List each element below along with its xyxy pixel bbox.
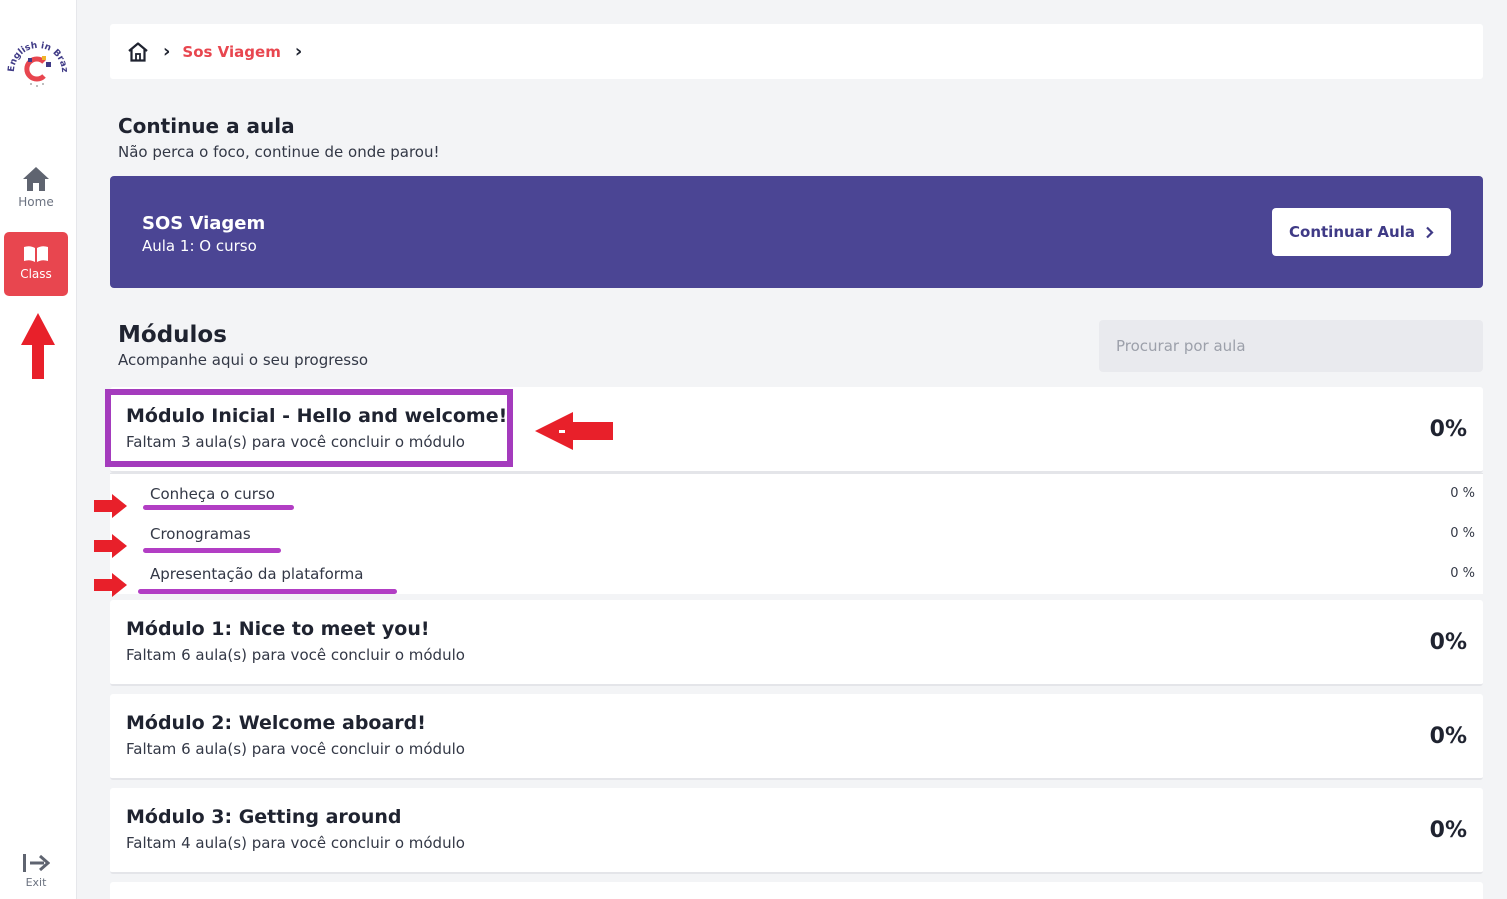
module-subtitle: Faltam 6 aula(s) para você concluir o mó…	[126, 740, 465, 758]
module-progress: 0%	[1429, 818, 1467, 843]
lesson-name: Cronogramas	[150, 525, 251, 543]
exit-icon	[23, 854, 50, 872]
home-icon[interactable]	[127, 41, 149, 62]
annotation-underline	[138, 589, 397, 594]
nav-class[interactable]: Class	[4, 232, 68, 296]
module-card-3[interactable]: Módulo 3: Getting around Faltam 4 aula(s…	[110, 788, 1483, 874]
svg-text:English in Brazil: English in Brazil	[4, 32, 69, 73]
module-title: Módulo 2: Welcome aboard!	[126, 712, 426, 734]
nav-exit[interactable]: Exit	[10, 852, 62, 896]
breadcrumb-course-link[interactable]: Sos Viagem	[182, 43, 280, 61]
nav-home-label: Home	[18, 195, 54, 209]
nav-home[interactable]: Home	[4, 162, 68, 216]
module-subtitle: Faltam 6 aula(s) para você concluir o mó…	[126, 646, 465, 664]
module-title: Módulo 1: Nice to meet you!	[126, 618, 430, 640]
module-progress: 0%	[1429, 630, 1467, 655]
sidebar: English in Brazil Home Class Exit	[0, 0, 77, 899]
module-subtitle: Faltam 4 aula(s) para você concluir o mó…	[126, 834, 465, 852]
nav-class-label: Class	[20, 267, 52, 281]
continue-card: SOS Viagem Aula 1: O curso Continuar Aul…	[110, 176, 1483, 288]
modules-subtitle: Acompanhe aqui o seu progresso	[118, 351, 369, 369]
annotation-arrow-right-icon	[94, 494, 127, 518]
annotation-arrow-right-icon	[94, 534, 127, 558]
search-input[interactable]	[1099, 320, 1483, 372]
module-card-2[interactable]: Módulo 2: Welcome aboard! Faltam 6 aula(…	[110, 694, 1483, 780]
continue-lesson-button[interactable]: Continuar Aula	[1272, 208, 1451, 256]
home-icon	[23, 167, 49, 191]
chevron-right-icon: ›	[163, 41, 171, 62]
lesson-progress: 0 %	[1450, 486, 1475, 501]
module-progress: 0%	[1429, 417, 1467, 442]
continue-card-title: SOS Viagem	[142, 213, 266, 234]
chevron-right-icon	[1426, 226, 1434, 238]
brand-logo[interactable]: English in Brazil	[2, 25, 70, 98]
annotation-underline	[143, 548, 281, 553]
continue-subtitle: Não perca o foco, continue de onde parou…	[118, 143, 440, 161]
annotation-arrow-right-icon	[94, 573, 127, 597]
module-card-4[interactable]	[110, 882, 1483, 899]
chevron-right-icon: ›	[294, 41, 303, 62]
modules-title: Módulos	[118, 322, 227, 348]
lesson-name: Apresentação da plataforma	[150, 565, 364, 583]
nav-exit-label: Exit	[25, 876, 47, 889]
annotation-underline	[143, 505, 294, 510]
lesson-progress: 0 %	[1450, 526, 1475, 541]
annotation-highlight-box	[105, 389, 513, 467]
module-title: Módulo 3: Getting around	[126, 806, 402, 828]
breadcrumb: › Sos Viagem ›	[110, 24, 1483, 79]
module-card-1[interactable]: Módulo 1: Nice to meet you! Faltam 6 aul…	[110, 600, 1483, 686]
lesson-item[interactable]: Conheça o curso 0 %	[110, 474, 1483, 514]
annotation-arrow-left-icon	[535, 412, 613, 450]
continue-card-subtitle: Aula 1: O curso	[142, 237, 257, 255]
lesson-progress: 0 %	[1450, 566, 1475, 581]
lesson-item[interactable]: Apresentação da plataforma 0 %	[110, 554, 1483, 594]
lesson-name: Conheça o curso	[150, 485, 275, 503]
lesson-item[interactable]: Cronogramas 0 %	[110, 514, 1483, 554]
continue-title: Continue a aula	[118, 114, 295, 138]
annotation-arrow-up-icon	[21, 313, 55, 379]
continue-lesson-button-label: Continuar Aula	[1289, 223, 1415, 241]
lesson-list: Conheça o curso 0 % Cronogramas 0 % Apre…	[110, 473, 1483, 594]
book-icon	[24, 246, 48, 262]
module-progress: 0%	[1429, 724, 1467, 749]
